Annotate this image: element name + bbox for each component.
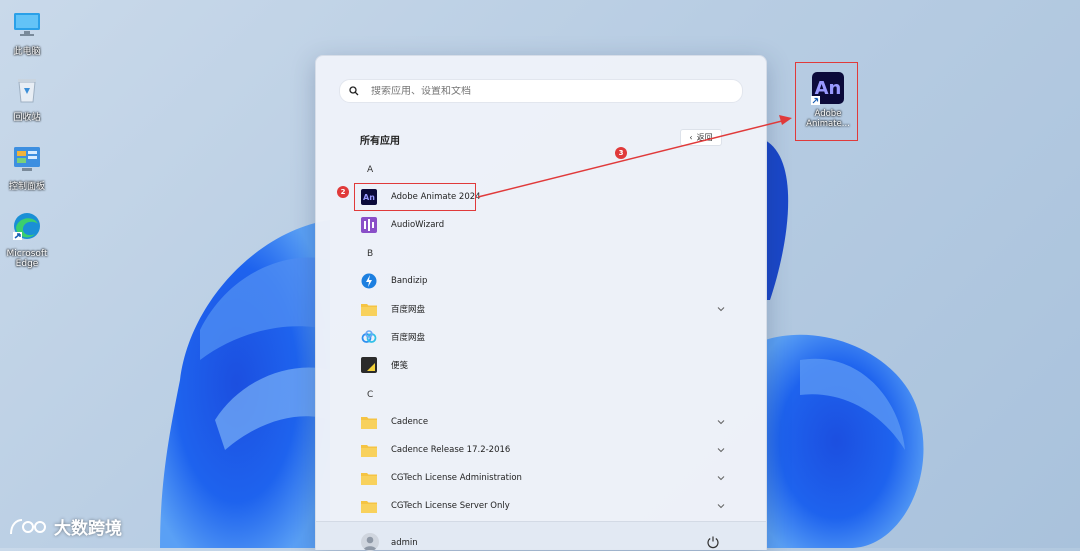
folder-icon — [361, 470, 377, 486]
audiowizard-icon — [361, 217, 377, 233]
desktop-icon-label: 控制面板 — [8, 182, 45, 192]
app-name: Cadence — [391, 417, 429, 427]
start-menu: 所有应用 ‹ 返回 A An Adobe Animate 2024 AudioW… — [315, 55, 767, 551]
step-badge-3: 3 — [615, 147, 627, 159]
monitor-icon — [14, 13, 40, 36]
chevron-down-icon[interactable] — [716, 473, 726, 483]
recycle-bin-icon — [18, 79, 36, 103]
search-icon — [349, 86, 367, 96]
folder-icon — [361, 498, 377, 514]
watermark-logo-icon — [10, 518, 46, 534]
app-name: 百度网盘 — [391, 305, 426, 315]
desktop-icon-this-pc[interactable]: 此电脑 — [4, 8, 50, 57]
avatar[interactable] — [361, 533, 379, 551]
bandizip-icon — [361, 273, 377, 289]
app-item-baidu-netdisk[interactable]: 百度网盘 — [356, 325, 726, 349]
desktop-icon-edge[interactable]: Microsoft Edge — [4, 210, 50, 269]
folder-icon — [361, 301, 377, 317]
app-item-cgtech-admin[interactable]: CGTech License Administration — [356, 466, 726, 490]
app-name: Bandizip — [391, 276, 428, 286]
desktop-icon-label: Microsoft Edge — [6, 249, 48, 269]
app-item-cadence[interactable]: Cadence — [356, 410, 726, 434]
app-item-cgtech-server[interactable]: CGTech License Server Only — [356, 494, 726, 518]
back-button-label: 返回 — [696, 133, 713, 142]
highlight-box-animate — [354, 183, 476, 211]
control-panel-icon — [14, 147, 40, 171]
section-title: 所有应用 — [360, 136, 400, 147]
app-name: AudioWizard — [391, 220, 445, 230]
chevron-left-icon: ‹ — [689, 133, 693, 142]
user-name[interactable]: admin — [391, 538, 418, 548]
desktop-icon-label: 回收站 — [13, 113, 41, 123]
baidu-netdisk-icon — [361, 329, 377, 345]
sticky-notes-icon — [361, 357, 377, 373]
app-name: 百度网盘 — [391, 333, 426, 343]
shortcut-arrow-icon — [811, 96, 820, 105]
app-item-cadence-release[interactable]: Cadence Release 17.2-2016 — [356, 438, 726, 462]
watermark: 大数跨境 — [8, 514, 122, 539]
app-item-bandizip[interactable]: Bandizip — [356, 269, 726, 293]
group-letter-b[interactable]: B — [367, 249, 373, 259]
group-letter-a[interactable]: A — [367, 165, 373, 175]
back-button[interactable]: ‹ 返回 — [680, 129, 722, 146]
chevron-down-icon[interactable] — [716, 501, 726, 511]
folder-icon — [361, 442, 377, 458]
shortcut-label: Adobe Animate... — [806, 109, 850, 129]
group-letter-c[interactable]: C — [367, 390, 373, 400]
app-name: 便笺 — [391, 361, 409, 371]
edge-icon — [13, 213, 40, 240]
app-item-baidu-folder[interactable]: 百度网盘 — [356, 297, 726, 321]
search-box[interactable] — [339, 79, 743, 103]
chevron-down-icon[interactable] — [716, 445, 726, 455]
app-name: Cadence Release 17.2-2016 — [391, 445, 511, 455]
chevron-down-icon[interactable] — [716, 417, 726, 427]
search-input[interactable] — [367, 85, 735, 97]
desktop-icon-control-panel[interactable]: 控制面板 — [4, 143, 50, 192]
app-item-audiowizard[interactable]: AudioWizard — [356, 213, 726, 237]
app-name: CGTech License Server Only — [391, 501, 510, 511]
power-icon[interactable] — [706, 535, 720, 549]
step-badge-2: 2 — [337, 186, 349, 198]
app-item-sticky-notes[interactable]: 便笺 — [356, 353, 726, 377]
watermark-text: 大数跨境 — [54, 519, 122, 539]
start-menu-footer: admin — [316, 521, 766, 551]
app-name: CGTech License Administration — [391, 473, 522, 483]
folder-icon — [361, 414, 377, 430]
desktop-icon-recycle-bin[interactable]: 回收站 — [4, 74, 50, 123]
chevron-down-icon[interactable] — [716, 304, 726, 314]
desktop-icon-label: 此电脑 — [13, 47, 41, 57]
